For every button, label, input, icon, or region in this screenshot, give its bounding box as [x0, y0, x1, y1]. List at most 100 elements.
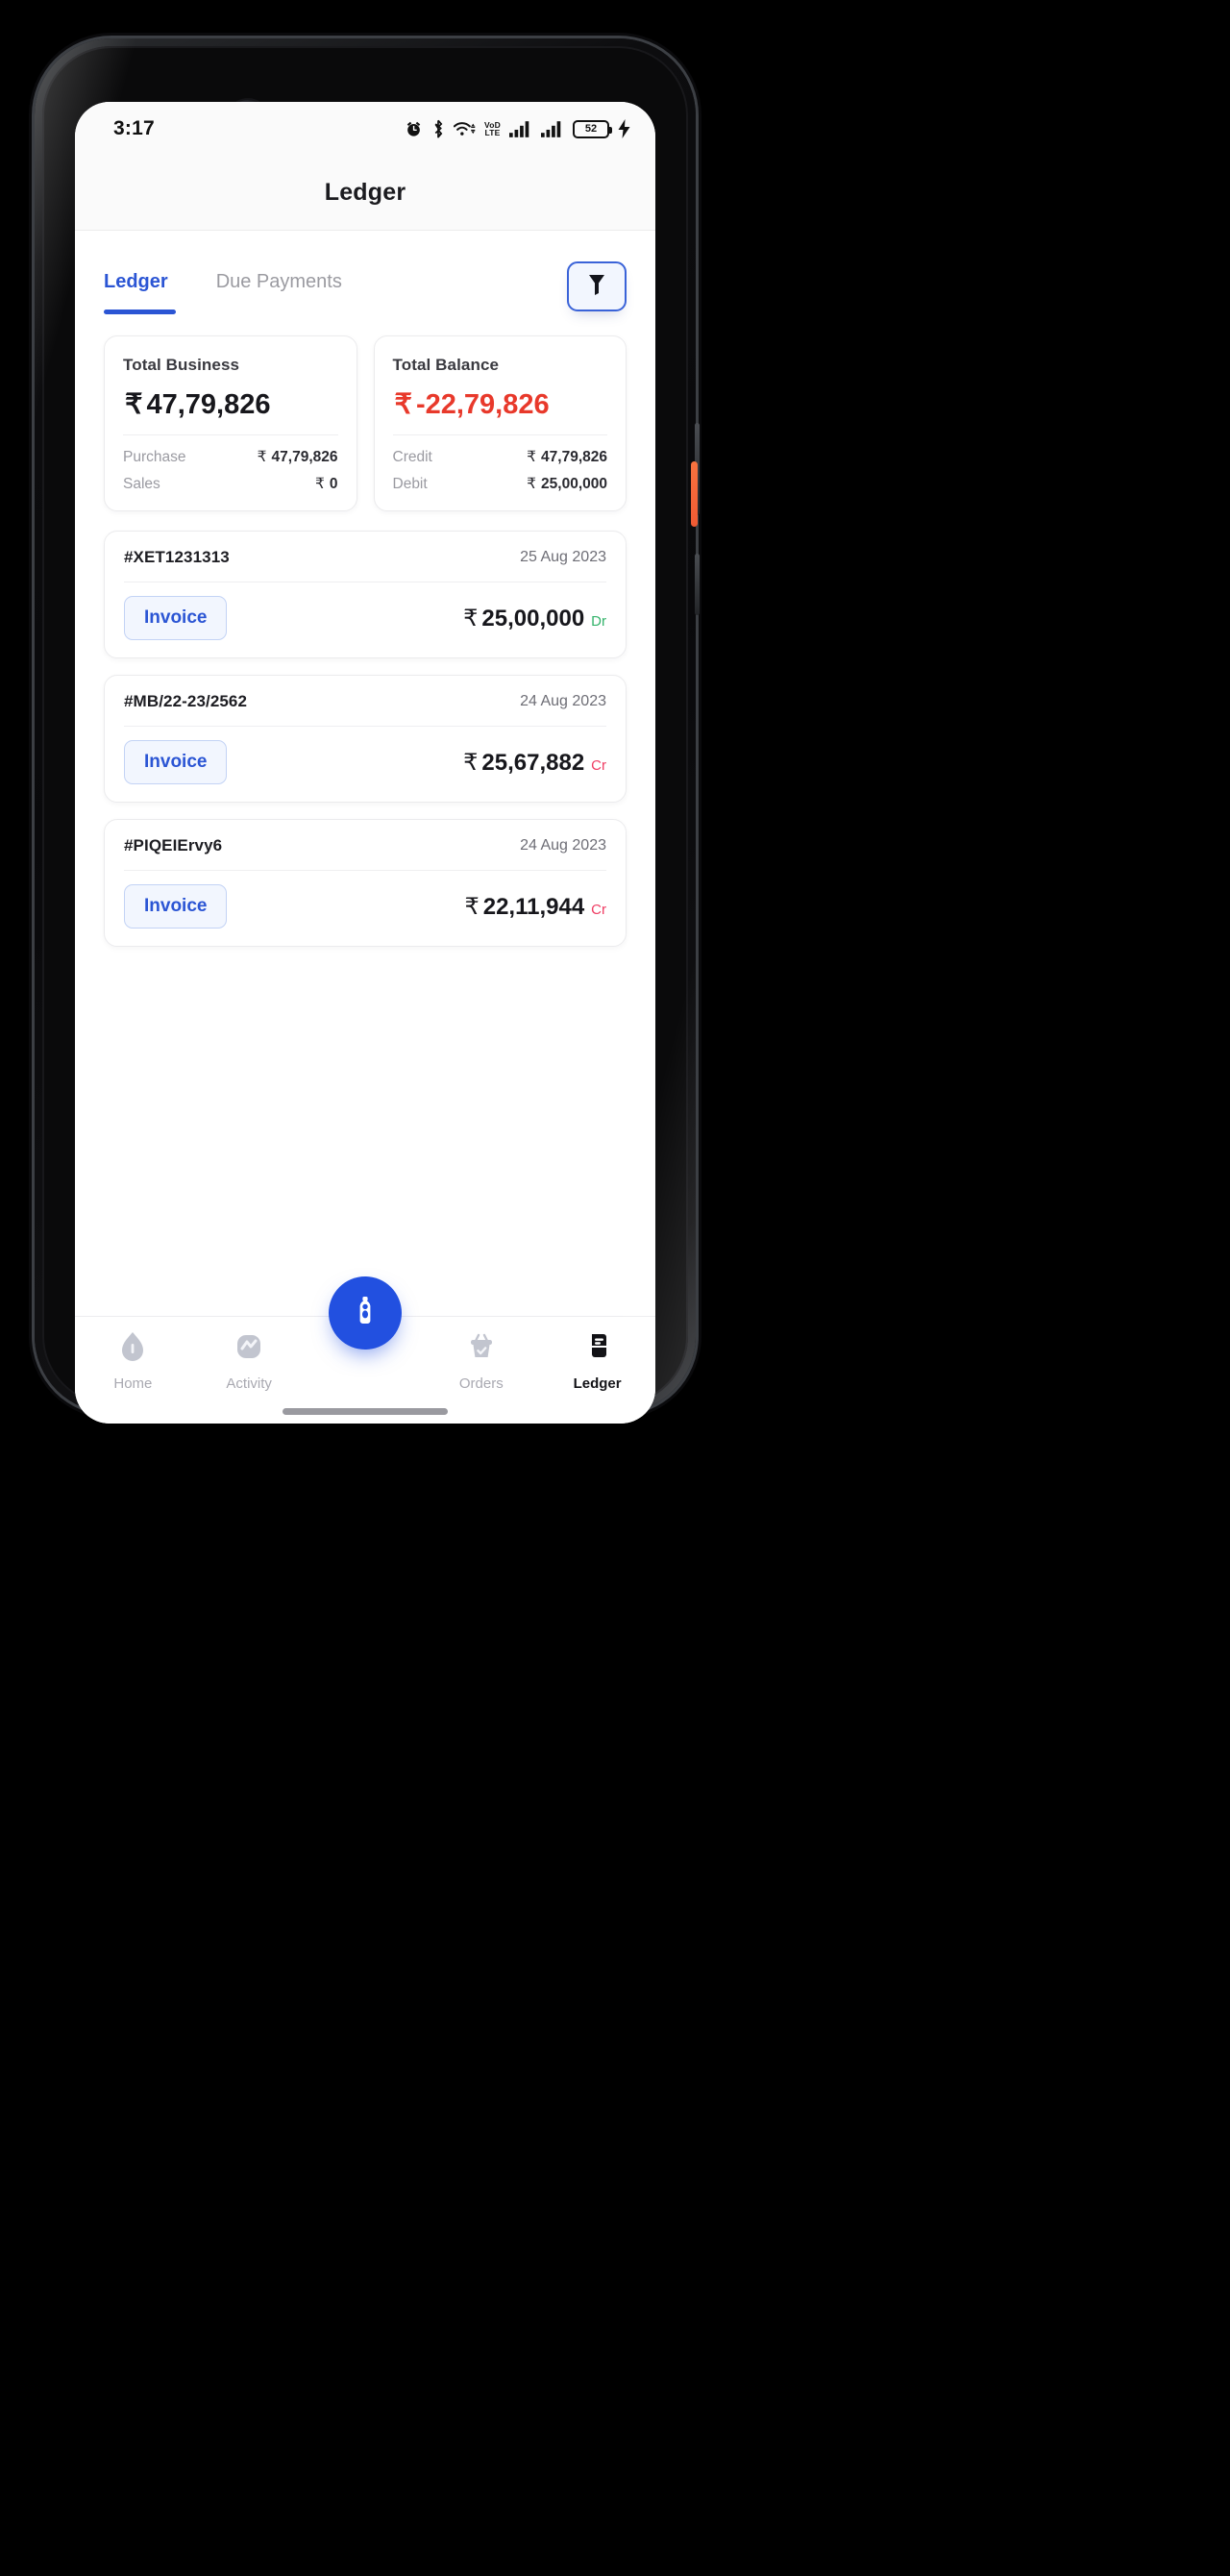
transaction-tag: Dr — [591, 612, 606, 630]
debit-value: ₹25,00,000 — [527, 475, 607, 493]
transaction-header: #PIQEIErvy6 24 Aug 2023 — [124, 836, 606, 855]
credit-value: ₹47,79,826 — [527, 448, 607, 466]
total-business-value: 47,79,826 — [146, 389, 271, 420]
transaction-id: #PIQEIErvy6 — [124, 836, 223, 855]
transaction-id: #MB/22-23/2562 — [124, 692, 248, 710]
screenshot-root: 3:17 VoD LTE 52 Ledger Ledger Due Paymen… — [0, 0, 1230, 2576]
rupee-symbol: ₹ — [527, 476, 537, 492]
status-bar-clock: 3:17 — [113, 117, 155, 139]
signal-icon-sim2 — [541, 120, 564, 138]
invoice-button[interactable]: Invoice — [124, 596, 228, 640]
basket-check-icon — [465, 1330, 498, 1368]
divider — [124, 726, 606, 727]
purchase-row: Purchase ₹47,79,826 — [123, 448, 338, 466]
table-row[interactable]: #MB/22-23/2562 24 Aug 2023 Invoice ₹25,6… — [104, 675, 627, 803]
home-indicator — [283, 1408, 448, 1415]
volume-button[interactable] — [695, 554, 700, 615]
credit-row: Credit ₹47,79,826 — [393, 448, 608, 466]
transaction-footer: Invoice ₹25,67,882 Cr — [124, 740, 606, 784]
transaction-amount: ₹22,11,944 Cr — [464, 893, 606, 921]
rupee-symbol: ₹ — [394, 389, 412, 420]
credit-label: Credit — [392, 449, 432, 465]
nav-item-ledger[interactable]: Ledger — [550, 1330, 646, 1392]
filter-button[interactable] — [567, 261, 627, 311]
phone-screen: 3:17 VoD LTE 52 Ledger Ledger Due Paymen… — [75, 102, 655, 1424]
sales-value: ₹0 — [315, 475, 338, 493]
debit-row: Debit ₹25,00,000 — [393, 475, 608, 493]
transaction-amount-value: 25,67,882 — [481, 749, 585, 776]
bottle-camera-icon — [348, 1294, 382, 1333]
transaction-date: 25 Aug 2023 — [520, 549, 606, 565]
bottom-navigation-bar: Home Activity Orders Ledger — [75, 1276, 655, 1424]
transaction-footer: Invoice ₹25,00,000 Dr — [124, 596, 606, 640]
volte-line-2: LTE — [484, 128, 501, 137]
volte-icon: VoD LTE — [484, 121, 501, 137]
nav-label-ledger: Ledger — [573, 1375, 622, 1392]
transaction-amount: ₹25,00,000 Dr — [463, 605, 606, 632]
transaction-amount-value: 25,00,000 — [481, 605, 585, 632]
divider — [123, 434, 338, 435]
app-bar: Ledger — [75, 156, 655, 231]
debit-label: Debit — [392, 476, 428, 492]
nav-label-orders: Orders — [458, 1375, 504, 1392]
nav-label-home: Home — [113, 1375, 153, 1392]
total-balance-value: -22,79,826 — [415, 389, 550, 420]
total-balance-label: Total Balance — [392, 356, 500, 374]
wifi-icon — [454, 120, 476, 138]
signal-icon-sim1 — [509, 120, 532, 138]
status-bar-icons: VoD LTE 52 — [405, 119, 630, 138]
nav-item-orders[interactable]: Orders — [433, 1330, 529, 1392]
home-icon — [116, 1330, 149, 1368]
transaction-header: #XET1231313 25 Aug 2023 — [124, 548, 606, 567]
table-row[interactable]: #PIQEIErvy6 24 Aug 2023 Invoice ₹22,11,9… — [104, 819, 627, 947]
table-row[interactable]: #XET1231313 25 Aug 2023 Invoice ₹25,00,0… — [104, 531, 627, 658]
nav-label-activity: Activity — [226, 1375, 272, 1392]
alarm-icon — [405, 120, 423, 138]
rupee-symbol: ₹ — [527, 449, 537, 465]
invoice-button[interactable]: Invoice — [124, 740, 228, 784]
page-title: Ledger — [324, 179, 406, 206]
tab-bar: Ledger Due Payments — [75, 231, 655, 314]
credit-amount: 47,79,826 — [541, 449, 607, 465]
battery-icon: 52 — [573, 119, 612, 138]
page-content: Ledger Due Payments Total Business ₹ 47,… — [75, 231, 655, 1316]
sales-label: Sales — [123, 476, 160, 492]
rupee-symbol: ₹ — [125, 389, 143, 420]
invoice-button[interactable]: Invoice — [124, 884, 228, 929]
rupee-symbol: ₹ — [463, 749, 479, 776]
divider — [392, 434, 607, 435]
total-balance-card: Total Balance ₹ -22,79,826 Credit ₹47,79,… — [373, 335, 627, 511]
debit-amount: 25,00,000 — [541, 476, 607, 492]
transaction-footer: Invoice ₹22,11,944 Cr — [124, 884, 606, 929]
tab-ledger[interactable]: Ledger — [104, 261, 176, 314]
purchase-amount: 47,79,826 — [271, 449, 338, 465]
screen-edge-accent — [691, 461, 698, 527]
total-balance-amount: ₹ -22,79,826 — [395, 387, 608, 421]
divider — [124, 870, 606, 871]
add-scan-fab-button[interactable] — [329, 1276, 402, 1350]
transaction-list: #XET1231313 25 Aug 2023 Invoice ₹25,00,0… — [75, 511, 655, 947]
transaction-amount-value: 22,11,944 — [482, 893, 585, 920]
status-bar: 3:17 VoD LTE 52 — [75, 102, 655, 156]
summary-cards: Total Business ₹47,79,826 Purchase ₹47,7… — [75, 314, 655, 511]
nav-item-home[interactable]: Home — [85, 1330, 181, 1392]
purchase-value: ₹47,79,826 — [258, 448, 338, 466]
rupee-symbol: ₹ — [463, 605, 479, 632]
bluetooth-icon — [431, 119, 445, 138]
transaction-tag: Cr — [591, 901, 606, 918]
total-business-amount: ₹47,79,826 — [125, 387, 338, 421]
nav-item-activity[interactable]: Activity — [201, 1330, 297, 1392]
filter-funnel-icon — [587, 273, 606, 301]
ledger-book-icon — [581, 1330, 614, 1368]
transaction-header: #MB/22-23/2562 24 Aug 2023 — [124, 692, 606, 711]
total-business-label: Total Business — [123, 356, 240, 374]
purchase-label: Purchase — [123, 449, 186, 465]
transaction-id: #XET1231313 — [124, 548, 230, 566]
sales-row: Sales ₹0 — [123, 475, 338, 493]
tab-due-payments[interactable]: Due Payments — [216, 261, 342, 314]
charging-bolt-icon — [618, 119, 630, 138]
rupee-symbol: ₹ — [315, 476, 325, 492]
transaction-date: 24 Aug 2023 — [520, 837, 606, 854]
rupee-symbol: ₹ — [464, 893, 480, 920]
transaction-date: 24 Aug 2023 — [520, 693, 606, 709]
